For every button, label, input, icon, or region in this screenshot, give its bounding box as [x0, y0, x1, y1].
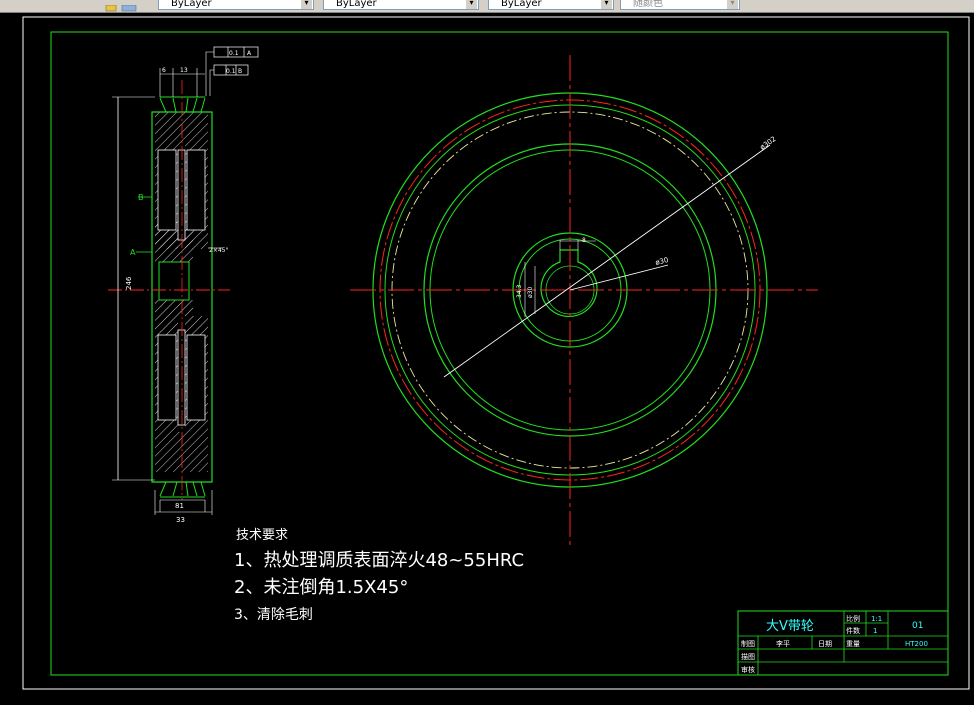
dim-width-large: 33 [176, 516, 185, 524]
title-drawn-label: 制图 [741, 639, 755, 648]
tol-value-2: 0.1 [226, 68, 236, 75]
tech-requirements-title: 技术要求 [236, 528, 288, 543]
title-qty-value: 1 [873, 627, 877, 635]
dim-height: 246 [125, 276, 133, 290]
lineweight-combo-value: ByLayer [501, 0, 542, 9]
front-view [350, 55, 818, 545]
layer-combo-value: ByLayer [171, 0, 212, 9]
tol-ref-a: A [247, 50, 252, 57]
toolbar-icons[interactable] [100, 0, 150, 12]
linetype-combo[interactable]: ByLayer ▾ [323, 0, 479, 10]
datum-a-label: A [130, 248, 136, 257]
dim-bore: ø30 [527, 287, 534, 298]
title-date-label: 日期 [818, 640, 832, 648]
dim-keyway-width: 8 [582, 237, 586, 244]
title-design-label: 描图 [741, 652, 755, 661]
title-check-label: 审核 [741, 665, 755, 674]
dim-groove-b: 13 [180, 67, 188, 74]
title-qty-label: 件数 [846, 626, 860, 635]
title-material: HT200 [905, 640, 928, 648]
linetype-combo-value: ByLayer [336, 0, 377, 9]
chevron-down-icon[interactable]: ▾ [601, 0, 612, 9]
dim-groove-a: 6 [162, 67, 166, 74]
datum-b-label: B [138, 193, 144, 202]
plotstyle-combo-value: 随颜色 [633, 0, 663, 9]
title-weight-label: 重量 [846, 640, 860, 648]
dim-width-small: 81 [175, 502, 184, 510]
tol-value-1: 0.1 [229, 50, 239, 57]
title-scale-value: 1:1 [871, 615, 882, 623]
chevron-down-icon[interactable]: ▾ [466, 0, 477, 9]
title-drawing-no: 01 [912, 621, 923, 631]
tech-requirement-1: 1、热处理调质表面淬火48~55HRC [234, 550, 524, 571]
properties-toolbar: ByLayer ▾ ByLayer ▾ ByLayer ▾ 随颜色 ▾ [0, 0, 974, 13]
lineweight-combo[interactable]: ByLayer ▾ [488, 0, 614, 10]
dim-chamfer: 2×45° [209, 247, 228, 254]
chevron-down-icon[interactable]: ▾ [301, 0, 312, 9]
plotstyle-combo[interactable]: 随颜色 ▾ [620, 0, 740, 10]
layer-combo[interactable]: ByLayer ▾ [158, 0, 314, 10]
title-drawn-name: 李平 [776, 639, 790, 648]
chevron-down-icon[interactable]: ▾ [727, 0, 738, 9]
title-part-name: 大V带轮 [766, 619, 814, 634]
tech-requirement-2: 2、未注倒角1.5X45° [234, 577, 408, 598]
tech-requirement-3: 3、清除毛刺 [234, 607, 313, 623]
dim-outer-dia: ø302 [759, 135, 778, 152]
dim-keyway-depth: 34.3 [516, 284, 523, 298]
title-scale-label: 比例 [846, 614, 860, 623]
drawing-canvas[interactable]: 246 81 33 6 13 2×45° 0.1 A 0.1 B B A ø30… [0, 13, 974, 701]
tol-ref-b: B [238, 68, 242, 75]
